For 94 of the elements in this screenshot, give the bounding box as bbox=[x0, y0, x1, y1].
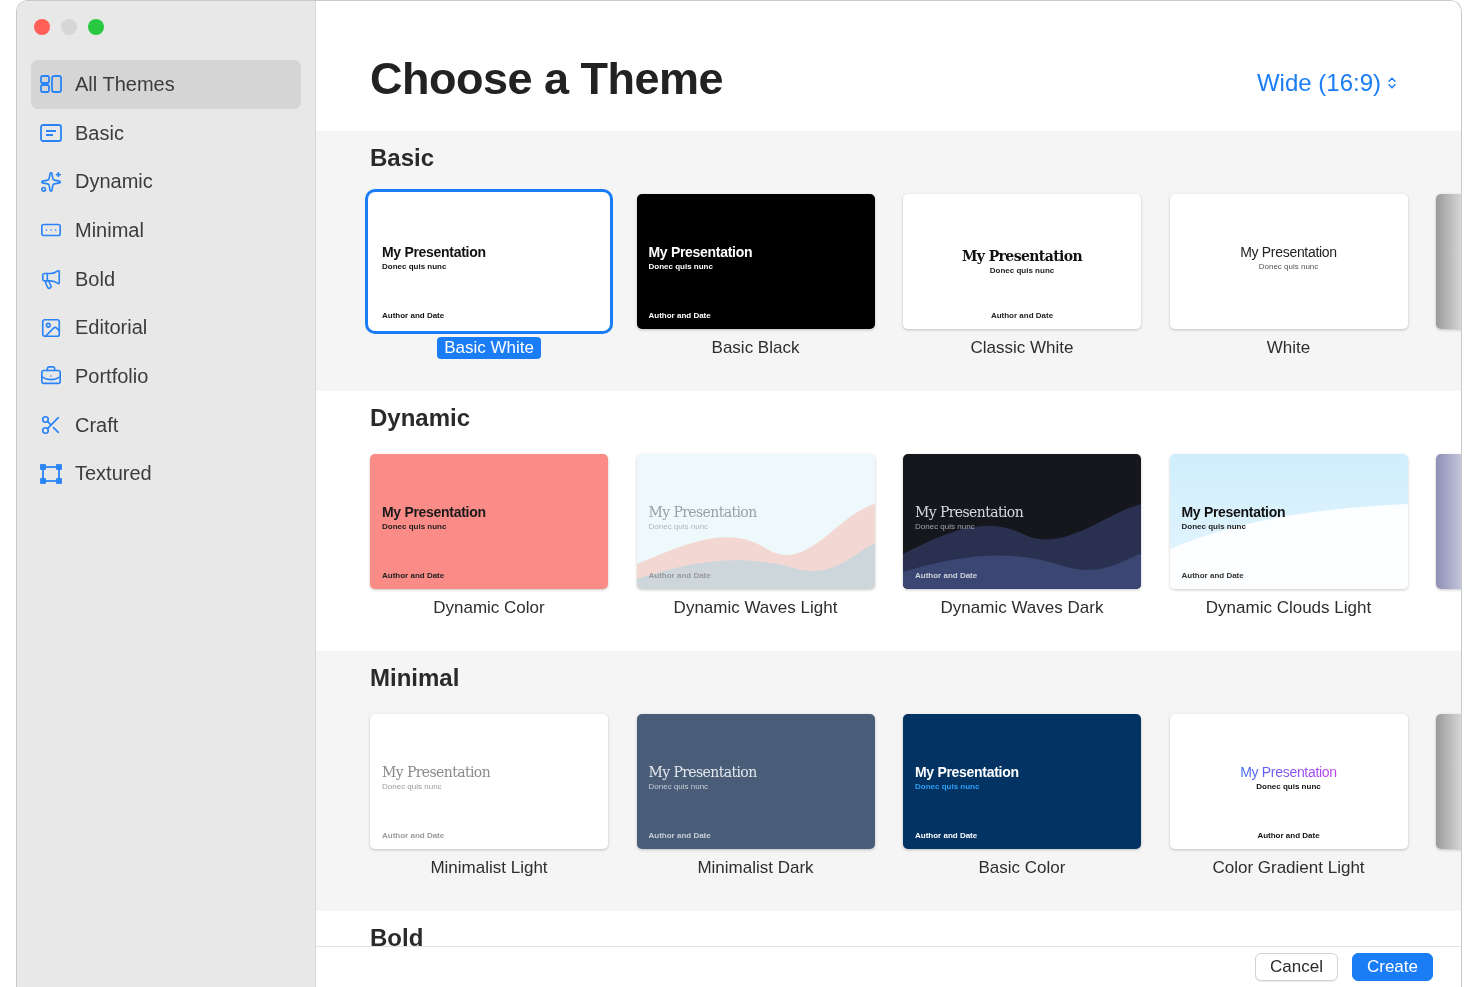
theme-thumbnail[interactable]: My Presentation Donec quis nunc bbox=[1169, 194, 1408, 329]
sidebar-label: Craft bbox=[75, 413, 119, 437]
slide-title: My Presentation bbox=[382, 244, 486, 260]
slide-subtitle: Donec quis nunc bbox=[989, 266, 1055, 276]
slide-subtitle: Donec quis nunc bbox=[382, 782, 442, 792]
section-heading: Dynamic bbox=[370, 404, 472, 432]
slide-subtitle: Donec quis nunc bbox=[382, 262, 447, 272]
sidebar-label: Bold bbox=[75, 267, 116, 291]
slide-footer: Author and Date bbox=[915, 831, 978, 841]
section-heading: Bold bbox=[370, 924, 425, 946]
theme-name[interactable]: Basic Color bbox=[971, 857, 1073, 879]
theme-thumbnail[interactable]: My Presentation Donec quis nunc Author and Date bbox=[370, 714, 608, 849]
slide-title: My Presentation bbox=[961, 248, 1083, 264]
slide-title: My Presentation bbox=[915, 764, 1019, 780]
slide-footer: Author and Date bbox=[648, 311, 711, 321]
slide-subtitle: Donec quis nunc bbox=[915, 522, 975, 532]
megaphone-icon bbox=[39, 268, 63, 291]
slide-title: My Presentation bbox=[648, 764, 757, 780]
theme-thumbnail[interactable]: My Presentation Donec quis nunc Author and Date bbox=[1169, 714, 1408, 849]
cancel-button[interactable]: Cancel bbox=[1255, 953, 1338, 981]
page-title: Choose a Theme bbox=[370, 55, 724, 103]
sidebar-item[interactable]: Craft bbox=[31, 400, 301, 450]
theme-name[interactable]: Dynamic Clouds Light bbox=[1198, 597, 1379, 619]
close-button[interactable] bbox=[34, 19, 50, 35]
sidebar-label: Textured bbox=[75, 462, 152, 486]
sidebar-item[interactable]: Textured bbox=[31, 449, 301, 499]
sidebar-item[interactable]: Bold bbox=[31, 254, 301, 304]
sidebar-label: Minimal bbox=[75, 218, 144, 242]
slide-title: My Presentation bbox=[382, 504, 486, 520]
slide-footer: Author and Date bbox=[1181, 571, 1244, 581]
theme-thumbnail[interactable]: My Presentation Donec quis nunc Author and Date bbox=[903, 454, 1141, 589]
slide-subtitle: Donec quis nunc bbox=[1258, 262, 1319, 272]
sidebar-label: Editorial bbox=[75, 316, 148, 340]
theme-thumbnail[interactable]: My Presentation Donec quis nunc Author and Date bbox=[636, 714, 875, 849]
theme-thumbnail[interactable]: My Presentation Donec quis nunc Author and Date bbox=[903, 194, 1141, 329]
theme-thumbnail[interactable]: My Presentation Donec quis nunc Author and Date bbox=[903, 714, 1141, 849]
theme-thumbnail[interactable]: My Presentation Donec quis nunc Author and Date bbox=[370, 454, 608, 589]
theme-thumbnail[interactable]: My Presentation Donec quis nunc Author and Date bbox=[1169, 454, 1408, 589]
slide-subtitle: Donec quis nunc bbox=[1256, 782, 1321, 792]
slide-title: My Presentation bbox=[648, 504, 757, 520]
slide-subtitle: Donec quis nunc bbox=[648, 262, 713, 272]
slide-footer: Author and Date bbox=[648, 831, 711, 841]
sparkles-icon bbox=[39, 170, 63, 193]
sidebar-label: Basic bbox=[75, 121, 124, 145]
slide-subtitle: Donec quis nunc bbox=[915, 782, 980, 792]
slide-title: My Presentation bbox=[915, 504, 1024, 520]
slide-title: My Presentation bbox=[1240, 764, 1337, 780]
sidebar-label: Dynamic bbox=[75, 170, 153, 194]
chevron-icon bbox=[1385, 76, 1399, 90]
theme-thumbnail[interactable]: My Presentation Donec quis nunc Author and Date bbox=[636, 194, 875, 329]
slide-footer: Author and Date bbox=[1257, 831, 1320, 841]
slide-title: My Presentation bbox=[648, 244, 753, 260]
theme-name[interactable]: Minimalist Light bbox=[423, 857, 555, 879]
theme-name[interactable]: Minimalist Dark bbox=[690, 857, 821, 879]
sidebar-label: Portfolio bbox=[75, 364, 149, 388]
slide-footer: Author and Date bbox=[990, 311, 1054, 321]
theme-name[interactable]: Basic White bbox=[437, 337, 541, 359]
sidebar-item[interactable]: Basic bbox=[31, 108, 301, 158]
slide-title: My Presentation bbox=[1181, 504, 1286, 520]
sidebar-label: All Themes bbox=[75, 72, 175, 96]
sidebar-item[interactable]: Minimal bbox=[31, 206, 301, 255]
slide-size-menu[interactable]: Wide (16:9) bbox=[1256, 69, 1399, 97]
slide-subtitle: Donec quis nunc bbox=[648, 782, 709, 792]
theme-name[interactable]: Basic Black bbox=[704, 337, 807, 359]
slide-icon bbox=[39, 124, 63, 143]
create-button[interactable]: Create bbox=[1351, 953, 1433, 981]
theme-name[interactable]: Classic White bbox=[963, 337, 1081, 359]
slide-title: My Presentation bbox=[1240, 244, 1337, 260]
section-heading: Minimal bbox=[370, 664, 461, 692]
slide-footer: Author and Date bbox=[382, 311, 445, 321]
zoom-button[interactable] bbox=[88, 19, 104, 35]
section-heading: Basic bbox=[370, 144, 436, 172]
theme-name[interactable]: White bbox=[1259, 337, 1318, 359]
slide-footer: Author and Date bbox=[382, 831, 445, 841]
theme-thumbnail-edge[interactable] bbox=[1436, 714, 1461, 849]
theme-name[interactable]: Dynamic Waves Light bbox=[666, 597, 845, 619]
theme-name[interactable]: Dynamic Color bbox=[426, 597, 552, 619]
theme-name[interactable]: Dynamic Waves Dark bbox=[933, 597, 1111, 619]
sidebar-item[interactable]: Portfolio bbox=[31, 352, 301, 401]
sidebar-item[interactable]: Editorial bbox=[31, 303, 301, 353]
slide-subtitle: Donec quis nunc bbox=[1181, 522, 1246, 532]
image-icon bbox=[39, 316, 63, 339]
slide-footer: Author and Date bbox=[648, 571, 711, 581]
grid-icon bbox=[39, 75, 63, 94]
slide-subtitle: Donec quis nunc bbox=[382, 522, 447, 532]
slide-footer: Author and Date bbox=[915, 571, 978, 581]
frame-icon bbox=[39, 463, 63, 484]
sidebar-item[interactable]: All Themes bbox=[31, 60, 301, 109]
theme-name[interactable]: Color Gradient Light bbox=[1205, 857, 1372, 879]
slide-title: My Presentation bbox=[382, 764, 491, 780]
slide-footer: Author and Date bbox=[382, 571, 445, 581]
theme-thumbnail-edge[interactable] bbox=[1436, 454, 1461, 589]
sidebar-item[interactable]: Dynamic bbox=[31, 157, 301, 207]
theme-thumbnail-edge[interactable] bbox=[1436, 194, 1461, 329]
